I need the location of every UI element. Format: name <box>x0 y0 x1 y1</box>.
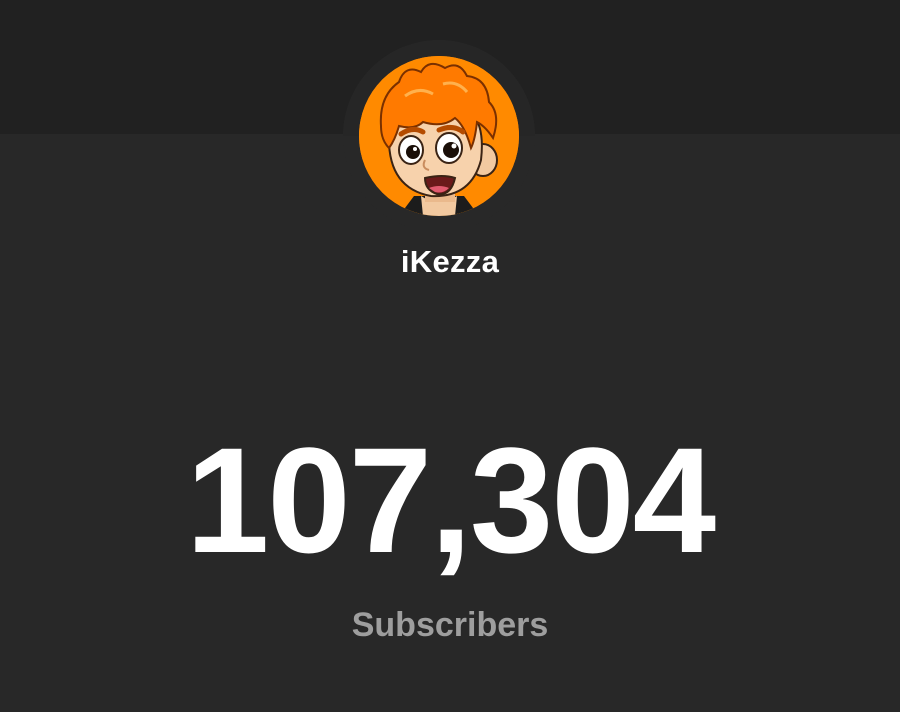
subscriber-label: Subscribers <box>351 606 549 644</box>
channel-name[interactable]: iKezza <box>0 244 900 280</box>
avatar[interactable] <box>359 56 519 216</box>
cartoon-avatar-icon <box>359 56 519 216</box>
subscriber-count: 107,304 <box>185 416 716 584</box>
